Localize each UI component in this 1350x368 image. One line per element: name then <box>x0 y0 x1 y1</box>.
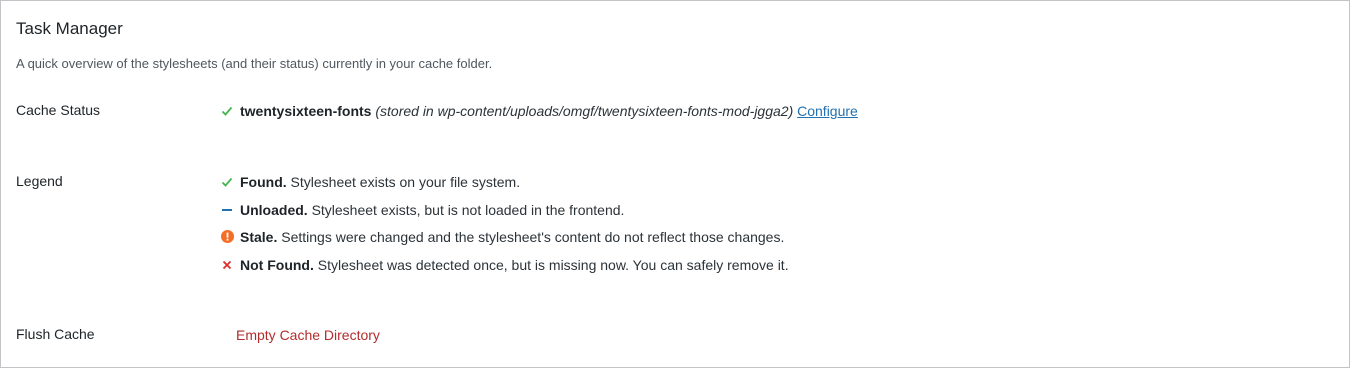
check-icon <box>221 173 234 191</box>
legend-item-unloaded: Unloaded. Stylesheet exists, but is not … <box>221 201 624 219</box>
legend-text: Stylesheet exists on your file system. <box>290 174 521 190</box>
flush-cache-label: Flush Cache <box>16 326 95 342</box>
task-manager-panel: Task Manager A quick overview of the sty… <box>0 0 1350 368</box>
check-icon <box>221 102 234 120</box>
legend-term: Not Found. <box>240 257 314 273</box>
legend-text: Stylesheet was detected once, but is mis… <box>317 257 789 273</box>
legend-label: Legend <box>16 173 63 189</box>
empty-cache-directory-button[interactable]: Empty Cache Directory <box>236 326 380 344</box>
dash-icon <box>221 201 234 219</box>
stylesheet-name: twentysixteen-fonts <box>240 103 372 119</box>
legend-item-found: Found. Stylesheet exists on your file sy… <box>221 173 520 191</box>
legend-term: Stale. <box>240 229 278 245</box>
legend-term: Found. <box>240 174 287 190</box>
legend-item-not-found: Not Found. Stylesheet was detected once,… <box>221 256 789 274</box>
page-description: A quick overview of the stylesheets (and… <box>16 56 493 71</box>
stylesheet-path: (stored in wp-content/uploads/omgf/twent… <box>375 103 794 119</box>
page-title: Task Manager <box>16 19 123 38</box>
legend-text: Settings were changed and the stylesheet… <box>281 229 785 245</box>
cache-status-label: Cache Status <box>16 102 101 118</box>
legend-text: Stylesheet exists, but is not loaded in … <box>311 202 625 218</box>
legend-term: Unloaded. <box>240 202 308 218</box>
warning-icon <box>221 228 234 246</box>
legend-item-stale: Stale. Settings were changed and the sty… <box>221 228 784 246</box>
cache-status-item: twentysixteen-fonts (stored in wp-conten… <box>221 102 858 120</box>
cross-icon <box>221 256 234 274</box>
configure-link[interactable]: Configure <box>797 103 858 119</box>
